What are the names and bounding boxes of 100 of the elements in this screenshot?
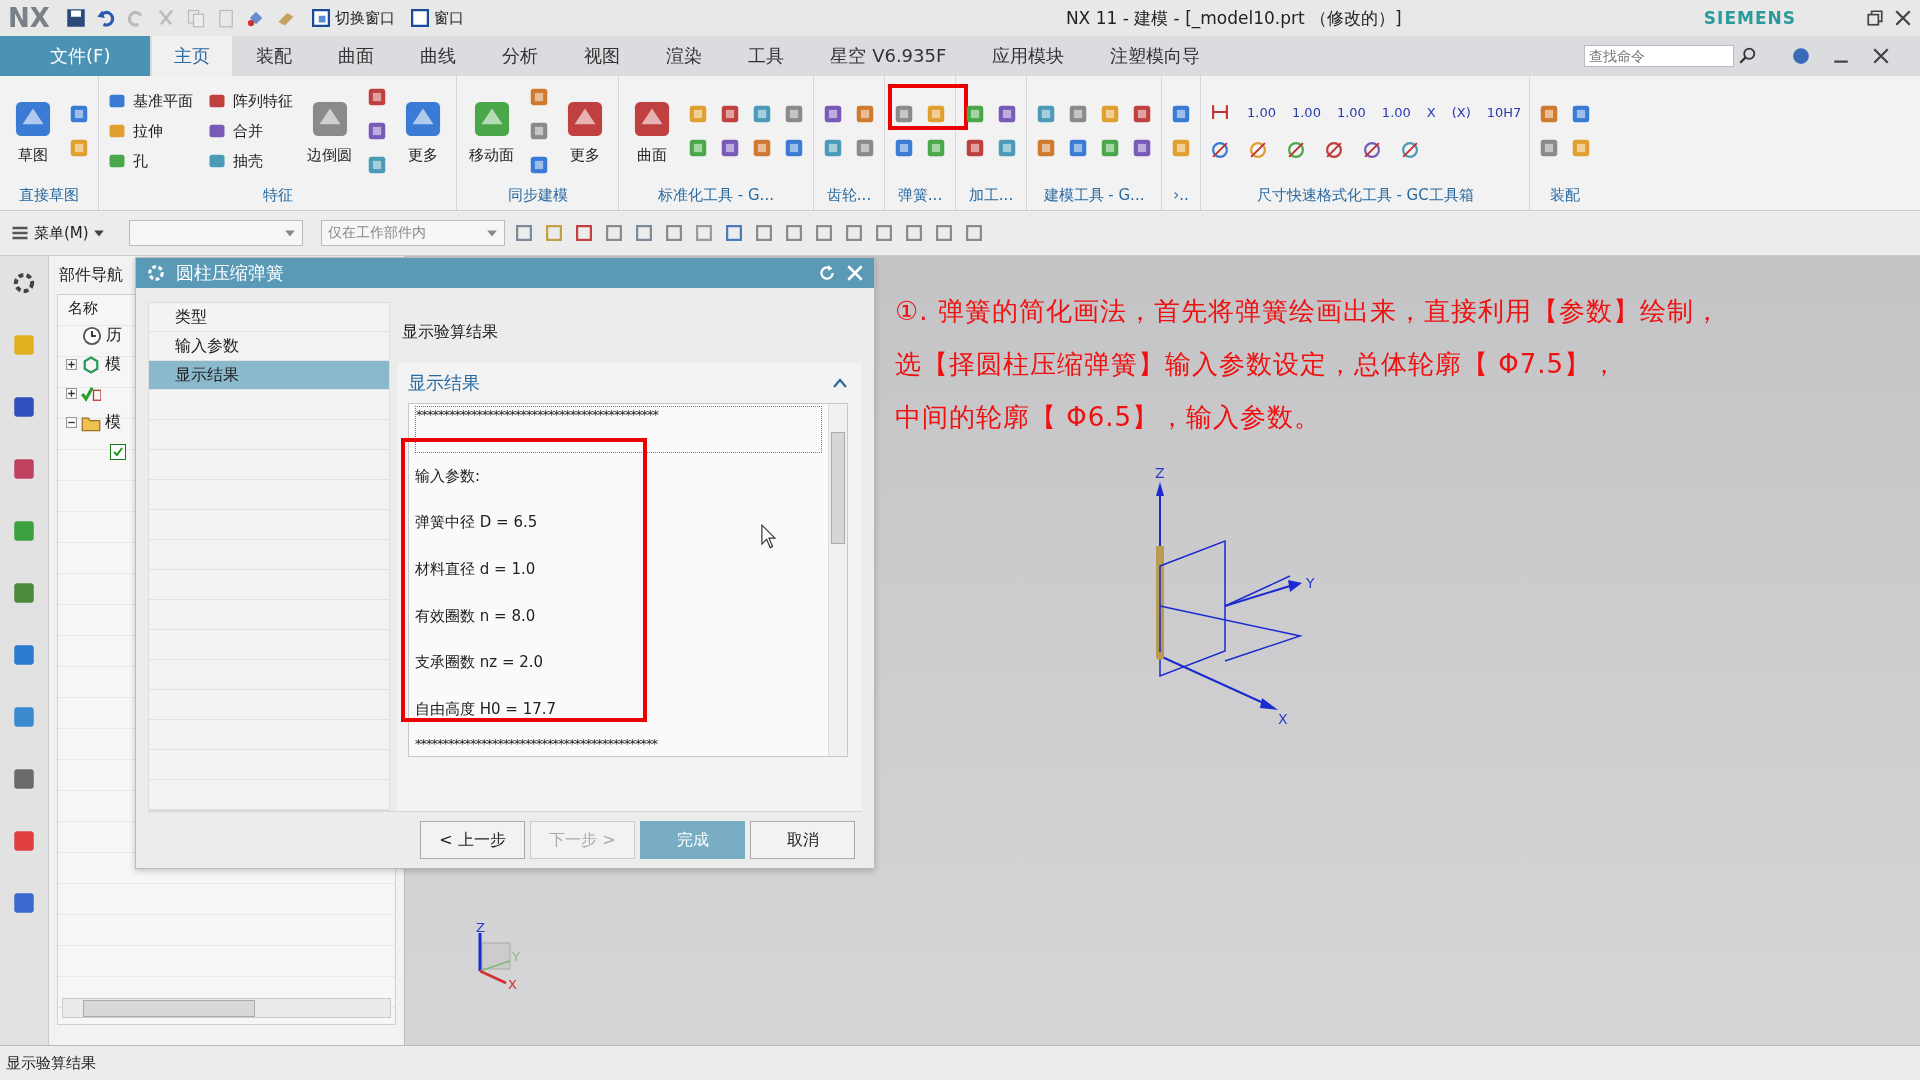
- tool-icon[interactable]: [1099, 137, 1121, 159]
- resource-icon[interactable]: [11, 890, 37, 916]
- close-icon[interactable]: [1894, 9, 1912, 27]
- resource-icon[interactable]: [11, 766, 37, 792]
- step-item[interactable]: 类型: [149, 303, 389, 333]
- tree-item[interactable]: 模: [105, 354, 121, 375]
- ribbon-tab[interactable]: 视图: [562, 36, 643, 76]
- ribbon-tab[interactable]: 渲染: [644, 36, 725, 76]
- tool-icon[interactable]: [1209, 139, 1231, 161]
- format-button[interactable]: X: [1426, 104, 1436, 120]
- format-button[interactable]: 1.00: [1381, 104, 1411, 120]
- ribbon-button[interactable]: 合并: [207, 121, 293, 141]
- tool-icon[interactable]: [996, 103, 1018, 125]
- ribbon-tab[interactable]: 主页: [152, 36, 233, 76]
- ribbon-tab[interactable]: 星空 V6.935F: [808, 36, 969, 76]
- ribbon-tab[interactable]: 曲线: [398, 36, 479, 76]
- tool-icon[interactable]: [1131, 103, 1153, 125]
- tool-icon[interactable]: [366, 86, 388, 108]
- ribbon-button[interactable]: 拉伸: [107, 121, 193, 141]
- search-icon[interactable]: [1738, 47, 1756, 65]
- expand-icon[interactable]: [66, 359, 77, 370]
- ribbon-button[interactable]: 边倒圆: [303, 93, 356, 169]
- tool-icon[interactable]: [1399, 139, 1421, 161]
- ribbon-button[interactable]: 更多: [560, 93, 610, 169]
- resource-icon[interactable]: [11, 518, 37, 544]
- tool-icon[interactable]: [1035, 103, 1057, 125]
- settings-icon[interactable]: [11, 270, 37, 296]
- collapse-icon[interactable]: [66, 417, 77, 428]
- tool-icon[interactable]: [783, 103, 805, 125]
- dialog-button[interactable]: 取消: [750, 821, 855, 860]
- ribbon-tab[interactable]: 工具: [726, 36, 807, 76]
- ribbon-button[interactable]: 移动面: [465, 93, 518, 169]
- copy-icon[interactable]: [185, 8, 206, 28]
- tool-icon[interactable]: [893, 103, 915, 125]
- tree-item[interactable]: 模: [105, 412, 121, 433]
- ribbon-button[interactable]: 更多: [398, 93, 448, 169]
- tool-icon[interactable]: [1285, 139, 1307, 161]
- tool-icon[interactable]: [1361, 139, 1383, 161]
- tool-icon[interactable]: [1247, 139, 1269, 161]
- format-button[interactable]: 1.00: [1291, 104, 1321, 120]
- tool-icon[interactable]: [68, 103, 90, 125]
- ribbon-button[interactable]: 孔: [107, 151, 193, 171]
- window-button[interactable]: 窗口: [410, 8, 464, 28]
- tool-icon[interactable]: [528, 120, 550, 142]
- tool-icon[interactable]: [751, 137, 773, 159]
- reset-icon[interactable]: [818, 264, 836, 283]
- tool-icon[interactable]: [528, 86, 550, 108]
- close-icon[interactable]: [1872, 47, 1890, 65]
- tool-icon[interactable]: [854, 137, 876, 159]
- restore-icon[interactable]: [1866, 9, 1884, 27]
- undo-icon[interactable]: [95, 8, 116, 28]
- resource-icon[interactable]: [11, 394, 37, 420]
- format-button[interactable]: (X): [1451, 104, 1471, 120]
- checkbox[interactable]: [110, 443, 126, 460]
- ribbon-tab[interactable]: 曲面: [316, 36, 397, 76]
- scrollbar[interactable]: [62, 998, 391, 1018]
- tool-icon[interactable]: [1323, 139, 1345, 161]
- filter-dropdown[interactable]: [128, 220, 303, 246]
- dialog-button[interactable]: < 上一步: [420, 821, 525, 860]
- resource-icon[interactable]: [11, 828, 37, 854]
- format-button[interactable]: 10H7: [1486, 104, 1522, 120]
- resource-icon[interactable]: [11, 642, 37, 668]
- tool-icon[interactable]: [751, 103, 773, 125]
- column-header[interactable]: 名称: [68, 295, 98, 321]
- search-field[interactable]: 查找命令: [1584, 45, 1734, 67]
- ribbon-tab[interactable]: 装配: [234, 36, 315, 76]
- window-button[interactable]: 切换窗口: [311, 8, 395, 28]
- ribbon-tab[interactable]: 分析: [480, 36, 561, 76]
- tool-icon[interactable]: [822, 103, 844, 125]
- tree-item[interactable]: 历: [106, 325, 122, 346]
- ribbon-tab[interactable]: 注塑模向导: [1088, 36, 1223, 76]
- tool-icon[interactable]: [687, 137, 709, 159]
- tool-icon[interactable]: [366, 154, 388, 176]
- ribbon-button[interactable]: 曲面: [627, 93, 677, 169]
- resource-icon[interactable]: [11, 704, 37, 730]
- ribbon-tab[interactable]: 应用模块: [970, 36, 1087, 76]
- tool-icon[interactable]: [783, 137, 805, 159]
- ribbon-button[interactable]: 草图: [8, 93, 58, 169]
- tool-icon[interactable]: [996, 137, 1018, 159]
- tool-icon[interactable]: [1035, 137, 1057, 159]
- resource-icon[interactable]: [11, 580, 37, 606]
- tool-icon[interactable]: [822, 137, 844, 159]
- expand-icon[interactable]: [66, 388, 77, 399]
- format-button[interactable]: 1.00: [1247, 104, 1276, 120]
- tool-icon[interactable]: [1067, 137, 1089, 159]
- resource-icon[interactable]: [11, 456, 37, 482]
- ribbon-button[interactable]: 基准平面: [107, 91, 193, 111]
- tool-icon[interactable]: [528, 154, 550, 176]
- tool-icon[interactable]: [719, 137, 741, 159]
- tool-icon[interactable]: [1170, 103, 1192, 125]
- tool-icon[interactable]: [964, 137, 986, 159]
- scrollbar[interactable]: [828, 404, 847, 757]
- menu-button[interactable]: 菜单(M): [10, 223, 105, 243]
- tool-icon[interactable]: [1131, 137, 1153, 159]
- tool-icon[interactable]: [893, 137, 915, 159]
- ribbon-button[interactable]: 抽壳: [207, 151, 293, 171]
- save-icon[interactable]: [65, 8, 86, 28]
- tool-icon[interactable]: [925, 137, 947, 159]
- step-item[interactable]: 显示结果: [149, 361, 389, 391]
- tool-icon[interactable]: [1067, 103, 1089, 125]
